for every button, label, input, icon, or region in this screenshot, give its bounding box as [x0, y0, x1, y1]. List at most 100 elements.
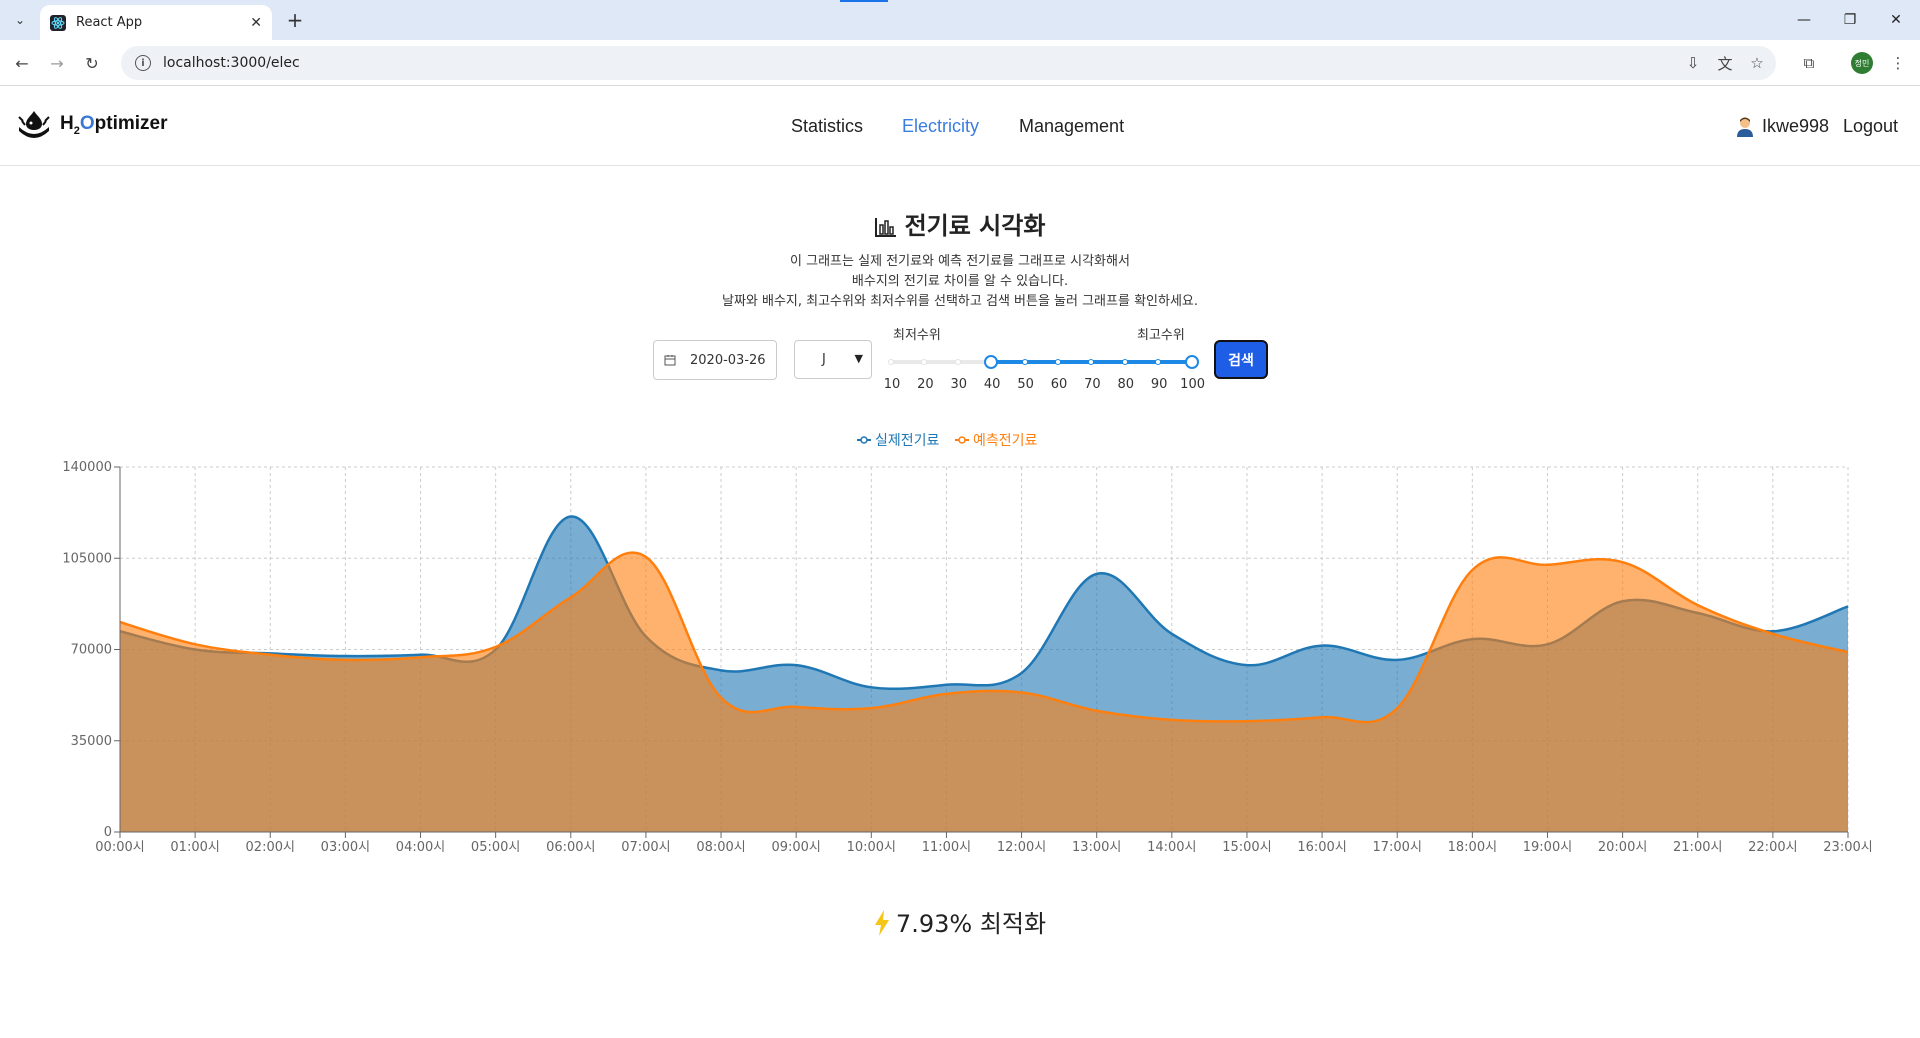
- slider-min-handle[interactable]: [984, 355, 999, 369]
- browser-menu-icon[interactable]: ⋮: [1886, 51, 1910, 75]
- search-button[interactable]: 검색: [1214, 340, 1268, 379]
- x-tick-label: 23:00시: [1823, 840, 1872, 855]
- translate-icon[interactable]: 文: [1713, 51, 1737, 75]
- x-tick-label: 01:00시: [170, 840, 219, 855]
- logout-link[interactable]: Logout: [1843, 87, 1898, 166]
- slider-step-dot: [1121, 359, 1128, 365]
- y-tick-label: 140000: [62, 460, 112, 475]
- minimize-icon[interactable]: —: [1784, 8, 1824, 32]
- browser-tab[interactable]: React App ✕: [40, 5, 272, 40]
- tab-search-chevron-icon[interactable]: ⌄: [8, 8, 32, 32]
- x-tick-label: 05:00시: [471, 840, 520, 855]
- series-area-predicted: [120, 552, 1848, 832]
- x-tick-label: 21:00시: [1673, 840, 1722, 855]
- x-tick-label: 03:00시: [321, 840, 370, 855]
- site-info-icon[interactable]: i: [135, 55, 151, 71]
- page-title: 전기료 시각화: [0, 206, 1920, 241]
- y-tick-label: 105000: [62, 551, 112, 566]
- electricity-chart-svg: 0 35000 70000 105000 140000 00:00시 01:00시 02:00…: [62, 433, 1872, 855]
- nav-management[interactable]: Management: [1019, 87, 1124, 166]
- tab-title: React App: [76, 15, 143, 30]
- optimization-label: 최적화: [979, 910, 1047, 938]
- calendar-icon: [664, 355, 676, 366]
- tab-close-icon[interactable]: ✕: [250, 15, 262, 31]
- x-tick-label: 07:00시: [621, 840, 670, 855]
- new-tab-button[interactable]: +: [283, 8, 307, 32]
- restore-icon[interactable]: ❐: [1830, 8, 1870, 32]
- window-close-icon[interactable]: ✕: [1876, 8, 1916, 32]
- slider-mark-label: 90: [1150, 377, 1168, 392]
- date-value: 2020-03-26: [690, 352, 766, 368]
- slider-step-dot: [921, 359, 928, 365]
- slider-mark-label: 80: [1117, 377, 1135, 392]
- x-tick-label: 02:00시: [246, 840, 295, 855]
- x-tick-label: 13:00시: [1072, 840, 1121, 855]
- x-tick-label: 14:00시: [1147, 840, 1196, 855]
- reservoir-value: J: [822, 352, 826, 367]
- x-tick-label: 22:00시: [1748, 840, 1797, 855]
- browser-toolbar: ← → ↻ i localhost:3000/elec ⇩ 文 ☆ ⧉ 정민 ⋮: [0, 40, 1920, 86]
- description-line-3: 날짜와 배수지, 최고수위와 최저수위를 선택하고 검색 버튼을 눌러 그래프를…: [721, 294, 1199, 309]
- app-navbar: H2Optimizer Statistics Electricity Manag…: [0, 87, 1920, 166]
- optimization-value: 7.93%: [895, 910, 973, 938]
- forward-icon[interactable]: →: [45, 51, 69, 75]
- reservoir-select[interactable]: J ▼: [794, 340, 872, 379]
- x-tick-label: 19:00시: [1523, 840, 1572, 855]
- slider-mark-label: 70: [1084, 377, 1101, 392]
- slider-mark-label: 30: [950, 377, 968, 392]
- x-tick-label: 06:00시: [546, 840, 595, 855]
- browser-tabstrip: ⌄ React App ✕ + — ❐ ✕: [0, 0, 1920, 40]
- extensions-icon[interactable]: ⧉: [1797, 51, 1821, 75]
- max-level-label: 최고수위: [1137, 328, 1185, 343]
- x-tick-label: 10:00시: [847, 840, 896, 855]
- x-tick-label: 12:00시: [997, 840, 1046, 855]
- profile-avatar[interactable]: 정민: [1851, 52, 1873, 74]
- slider-mark-label: 50: [1017, 377, 1034, 392]
- y-tick-label: 70000: [71, 643, 112, 658]
- react-favicon-icon: [50, 14, 66, 31]
- electricity-chart: 0 35000 70000 105000 140000 00:00시 01:00시 02:00…: [60, 425, 1880, 860]
- x-tick-label: 18:00시: [1448, 840, 1497, 855]
- slider-step-dot: [1088, 359, 1095, 365]
- slider-max-handle[interactable]: [1184, 355, 1199, 369]
- tab-drag-indicator: [840, 0, 888, 2]
- x-tick-label: 20:00시: [1598, 840, 1647, 855]
- legend-marker: [958, 436, 966, 444]
- x-tick-label: 15:00시: [1222, 840, 1271, 855]
- back-icon[interactable]: ←: [10, 51, 34, 75]
- reload-icon[interactable]: ↻: [80, 51, 104, 75]
- install-app-icon[interactable]: ⇩: [1681, 51, 1705, 75]
- description-line-1: 이 그래프는 실제 전기료와 예측 전기료를 그래프로 시각화해서: [790, 254, 1130, 269]
- nav-statistics[interactable]: Statistics: [791, 87, 863, 166]
- x-tick-label: 17:00시: [1372, 840, 1421, 855]
- legend-label: 실제전기료: [875, 433, 940, 449]
- water-drop-logo-icon: [18, 111, 50, 138]
- slider-mark-label: 20: [917, 377, 934, 392]
- slider-mark-label: 10: [883, 377, 901, 392]
- address-bar[interactable]: i localhost:3000/elec: [121, 46, 1776, 80]
- slider-step-dot: [1055, 359, 1061, 365]
- description-line-2: 배수지의 전기료 차이를 알 수 있습니다.: [851, 274, 1069, 289]
- username: Ikwe998: [1762, 116, 1830, 136]
- x-tick-label: 00:00시: [95, 840, 144, 855]
- y-tick-label: 35000: [71, 734, 112, 749]
- slider-step-dot: [1021, 359, 1028, 365]
- water-level-range-slider[interactable]: [888, 355, 1199, 369]
- slider-mark-label: 60: [1050, 377, 1068, 392]
- x-tick-label: 04:00시: [396, 840, 445, 855]
- nav-electricity[interactable]: Electricity: [902, 87, 979, 166]
- legend-label: 예측전기료: [973, 433, 1038, 449]
- y-tick-label: 0: [104, 825, 112, 840]
- bookmark-star-icon[interactable]: ☆: [1745, 51, 1769, 75]
- date-picker[interactable]: 2020-03-26: [653, 340, 777, 380]
- user-profile[interactable]: Ikwe998: [1736, 87, 1829, 166]
- slider-mark-label: 40: [983, 377, 1001, 392]
- url-text: localhost:3000/elec: [163, 55, 300, 71]
- x-tick-label: 08:00시: [696, 840, 745, 855]
- brand-name: H2Optimizer: [60, 113, 168, 137]
- chevron-down-icon: ▼: [854, 352, 863, 365]
- brand-logo[interactable]: H2Optimizer: [16, 107, 168, 143]
- slider-step-dot: [888, 359, 894, 365]
- optimization-result: 7.93% 최적화: [0, 904, 1920, 939]
- slider-mark-label: 100: [1180, 377, 1206, 392]
